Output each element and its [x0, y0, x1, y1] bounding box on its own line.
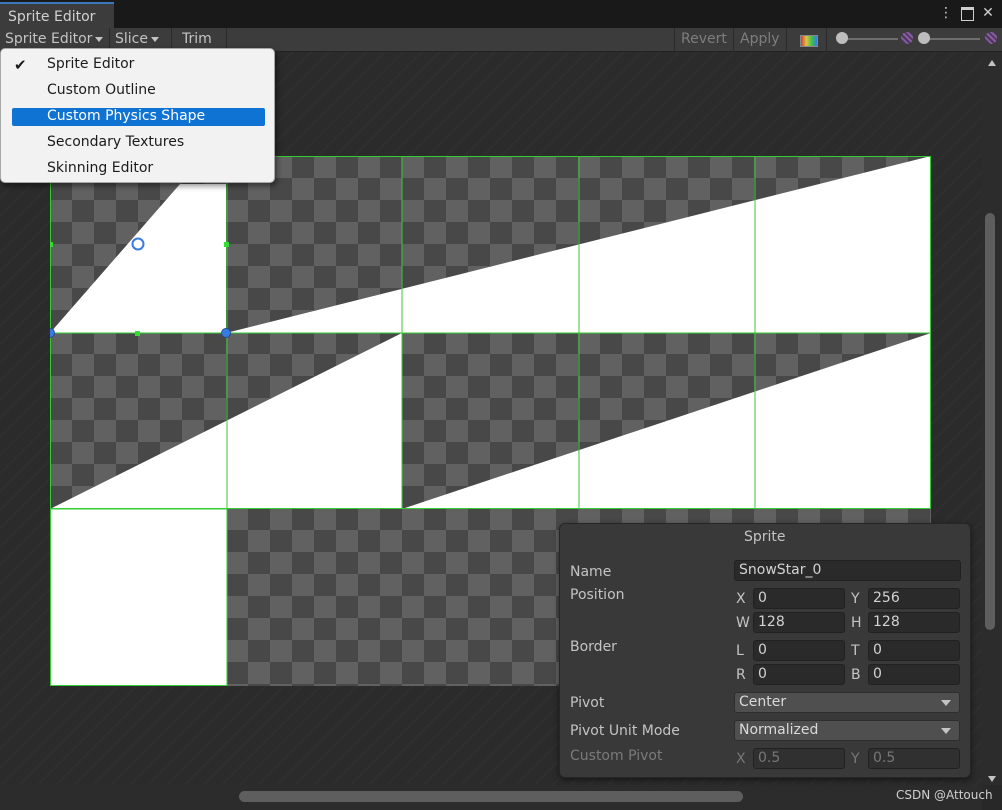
maximize-icon[interactable]: [961, 7, 974, 21]
pivot-dropdown[interactable]: Center: [734, 692, 960, 713]
mip-slider-track[interactable]: [924, 38, 980, 40]
position-w-label: W: [736, 615, 750, 631]
chevron-down-icon: [941, 728, 951, 734]
color-channel-toggle-icon[interactable]: [800, 35, 818, 47]
toolbar-divider: [674, 28, 675, 52]
border-l-field[interactable]: 0: [753, 640, 845, 661]
mode-dropdown-button[interactable]: Sprite Editor: [5, 31, 104, 47]
scroll-down-icon[interactable]: [988, 776, 996, 782]
border-b-label: B: [851, 667, 861, 683]
position-x-field[interactable]: 0: [753, 588, 845, 609]
sprite-inspector-panel: Sprite Name SnowStar_0 Position X 0 Y 25…: [559, 523, 971, 778]
position-w-field[interactable]: 128: [753, 612, 845, 633]
menu-item-secondary-textures[interactable]: Secondary Textures: [12, 134, 265, 152]
menu-item-label: Custom Physics Shape: [47, 108, 206, 124]
slice-button[interactable]: Slice: [115, 31, 159, 47]
vertical-scrollbar-thumb[interactable]: [985, 213, 995, 630]
pivot-label: Pivot: [570, 695, 605, 711]
menu-item-sprite-editor[interactable]: ✔ Sprite Editor: [12, 56, 265, 74]
border-label: Border: [570, 639, 617, 655]
tab-bar: [0, 0, 1002, 28]
menu-item-label: Secondary Textures: [47, 134, 185, 150]
border-r-field[interactable]: 0: [753, 664, 845, 685]
chevron-down-icon: [150, 36, 159, 42]
position-h-label: H: [851, 615, 862, 631]
position-label: Position: [570, 587, 625, 603]
border-l-label: L: [736, 643, 744, 659]
apply-button[interactable]: Apply: [740, 31, 780, 47]
custom-pivot-y-label: Y: [851, 751, 860, 767]
zoom-slider-handle[interactable]: [836, 32, 848, 44]
mip-level-icon: [901, 32, 913, 44]
custom-pivot-x-field: 0.5: [753, 748, 845, 769]
border-t-field[interactable]: 0: [868, 640, 960, 661]
position-y-field[interactable]: 256: [868, 588, 960, 609]
scroll-up-icon[interactable]: [988, 60, 996, 66]
position-h-field[interactable]: 128: [868, 612, 960, 633]
pivot-unit-mode-value: Normalized: [739, 722, 819, 738]
toolbar-divider: [786, 28, 787, 52]
menu-item-custom-physics-shape[interactable]: Custom Physics Shape: [12, 108, 265, 126]
custom-pivot-label: Custom Pivot: [570, 748, 663, 764]
menu-item-skinning-editor[interactable]: Skinning Editor: [12, 160, 265, 178]
menu-item-label: Skinning Editor: [47, 160, 154, 176]
pivot-unit-mode-dropdown[interactable]: Normalized: [734, 720, 960, 741]
tab-sprite-editor[interactable]: Sprite Editor: [0, 2, 114, 28]
border-b-field[interactable]: 0: [868, 664, 960, 685]
checkmark-icon: ✔: [14, 56, 27, 74]
mode-dropdown-menu: ✔ Sprite Editor Custom Outline Custom Ph…: [0, 48, 275, 183]
border-r-label: R: [736, 667, 746, 683]
position-x-label: X: [736, 591, 746, 607]
menu-item-label: Sprite Editor: [47, 56, 135, 72]
slice-label: Slice: [115, 31, 148, 47]
more-options-icon[interactable]: ⋮: [939, 6, 953, 20]
name-field[interactable]: SnowStar_0: [734, 560, 961, 581]
zoom-slider-track[interactable]: [842, 38, 898, 40]
tab-title: Sprite Editor: [8, 9, 96, 25]
menu-item-custom-outline[interactable]: Custom Outline: [12, 82, 265, 100]
pivot-value: Center: [739, 694, 787, 710]
panel-title: Sprite: [744, 529, 786, 545]
mip-slider-handle[interactable]: [918, 32, 930, 44]
toolbar-divider: [733, 28, 734, 52]
border-t-label: T: [851, 643, 860, 659]
mode-dropdown-label: Sprite Editor: [5, 31, 93, 47]
horizontal-scrollbar-thumb[interactable]: [239, 791, 743, 802]
pivot-unit-mode-label: Pivot Unit Mode: [570, 723, 680, 739]
mip-level-max-icon: [985, 32, 997, 44]
menu-item-label: Custom Outline: [47, 82, 156, 98]
toolbar-divider: [826, 28, 827, 52]
custom-pivot-x-label: X: [736, 751, 746, 767]
chevron-down-icon: [941, 700, 951, 706]
position-y-label: Y: [851, 591, 860, 607]
trim-button[interactable]: Trim: [182, 31, 212, 47]
close-icon[interactable]: ✕: [981, 6, 995, 20]
chevron-down-icon: [95, 36, 104, 42]
custom-pivot-y-field: 0.5: [868, 748, 960, 769]
revert-button[interactable]: Revert: [681, 31, 727, 47]
name-label: Name: [570, 564, 612, 580]
watermark: CSDN @Attouch: [896, 788, 993, 802]
